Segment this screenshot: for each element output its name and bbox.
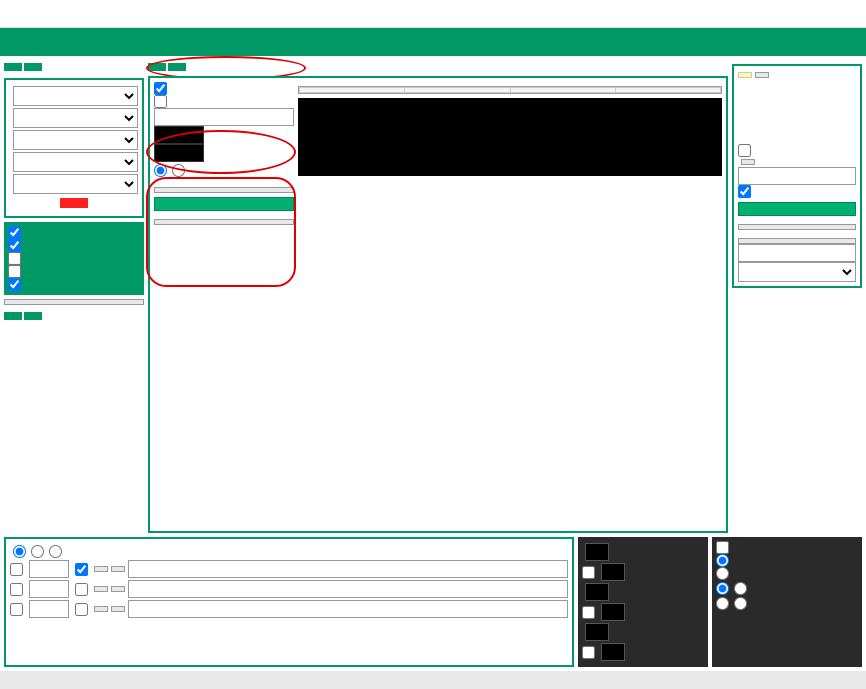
parity-select[interactable] xyxy=(13,152,138,172)
display-options xyxy=(4,222,144,295)
clear1-button[interactable] xyxy=(94,566,108,572)
timer1-check[interactable] xyxy=(10,563,23,576)
timer2-check[interactable] xyxy=(10,583,23,596)
th-hex xyxy=(510,88,615,93)
com-select[interactable] xyxy=(13,86,138,106)
stopbits-select[interactable] xyxy=(13,174,138,194)
th-raw xyxy=(405,88,510,93)
rel-pos-input[interactable] xyxy=(154,126,204,144)
baud-select[interactable] xyxy=(13,108,138,128)
debug-console[interactable] xyxy=(298,98,722,176)
clear-table-button[interactable] xyxy=(154,187,294,193)
send3-input[interactable] xyxy=(128,600,568,618)
th-seq xyxy=(300,88,405,93)
save-path-input[interactable] xyxy=(738,244,856,262)
result-table xyxy=(299,87,721,93)
clear3-button[interactable] xyxy=(94,606,108,612)
send1-button[interactable] xyxy=(111,566,125,572)
tab-send-area[interactable] xyxy=(4,312,22,320)
highlight-check[interactable] xyxy=(738,185,751,198)
high-low-radio[interactable] xyxy=(31,545,44,558)
step1-input[interactable] xyxy=(601,563,625,581)
clear-debug-button[interactable] xyxy=(154,219,294,225)
hex3-check[interactable] xyxy=(75,603,88,616)
clear-recv-button[interactable] xyxy=(755,72,769,78)
4byte-radio[interactable] xyxy=(734,597,747,610)
close-port-button[interactable] xyxy=(60,198,88,208)
showtime-check[interactable] xyxy=(8,252,21,265)
high-low-radio2[interactable] xyxy=(716,567,729,580)
startbyte2-input[interactable] xyxy=(585,583,609,601)
onlydata-check[interactable] xyxy=(8,278,21,291)
3byte-radio[interactable] xyxy=(716,597,729,610)
showsend-check[interactable] xyxy=(8,239,21,252)
encoding-select[interactable] xyxy=(738,262,856,282)
big-endian-radio[interactable] xyxy=(154,164,167,177)
step2-check[interactable] xyxy=(582,606,595,619)
timer2-input[interactable] xyxy=(29,580,69,598)
timer3-input[interactable] xyxy=(29,600,69,618)
auto-inc-check[interactable] xyxy=(716,541,729,554)
1byte-radio[interactable] xyxy=(716,582,729,595)
filter-keyword-input[interactable] xyxy=(738,167,856,185)
step3-input[interactable] xyxy=(601,643,625,661)
close-button[interactable] xyxy=(820,0,860,28)
clear2-button[interactable] xyxy=(94,586,108,592)
tab-check-set[interactable] xyxy=(24,312,42,320)
databits-select[interactable] xyxy=(13,130,138,150)
timer1-input[interactable] xyxy=(29,560,69,578)
hex1-check[interactable] xyxy=(75,563,88,576)
th-dec xyxy=(615,88,720,93)
send2-input[interactable] xyxy=(128,580,568,598)
save-data-button[interactable] xyxy=(738,224,856,230)
timer3-check[interactable] xyxy=(10,603,23,616)
tab-field-parse[interactable] xyxy=(168,63,186,71)
hex2-check[interactable] xyxy=(75,583,88,596)
step1-check[interactable] xyxy=(582,566,595,579)
clear-filter-button[interactable] xyxy=(741,159,755,165)
pause-analyse-button[interactable] xyxy=(154,197,294,211)
len-bytes-input[interactable] xyxy=(154,144,204,162)
find-keyword-button[interactable] xyxy=(738,202,856,216)
step3-check[interactable] xyxy=(582,646,595,659)
send1-input[interactable] xyxy=(128,560,568,578)
auto-clear-rx-check[interactable] xyxy=(738,144,751,157)
pause-send-button[interactable] xyxy=(4,299,144,305)
low-high-radio[interactable] xyxy=(49,545,62,558)
minimize-button[interactable] xyxy=(740,0,780,28)
little-endian-radio[interactable] xyxy=(172,164,185,177)
tab-server[interactable] xyxy=(24,63,42,71)
2byte-radio[interactable] xyxy=(734,582,747,595)
filter-head-check[interactable] xyxy=(154,95,167,108)
autowrap-check[interactable] xyxy=(8,226,21,239)
filter-head-input[interactable] xyxy=(154,108,294,126)
send2-button[interactable] xyxy=(111,586,125,592)
maximize-button[interactable] xyxy=(780,0,820,28)
tab-data-recv[interactable] xyxy=(148,63,166,71)
only-low-radio[interactable] xyxy=(13,545,26,558)
result-table-wrap[interactable] xyxy=(298,86,722,94)
step2-input[interactable] xyxy=(601,603,625,621)
startbyte1-input[interactable] xyxy=(585,543,609,561)
low-high-radio2[interactable] xyxy=(716,554,729,567)
showdate-check[interactable] xyxy=(8,265,21,278)
pause-display-button[interactable] xyxy=(738,72,752,78)
com-settings xyxy=(4,78,144,218)
send3-button[interactable] xyxy=(111,606,125,612)
startbyte3-input[interactable] xyxy=(585,623,609,641)
enable-parse-check[interactable] xyxy=(154,82,167,95)
tab-com[interactable] xyxy=(4,63,22,71)
